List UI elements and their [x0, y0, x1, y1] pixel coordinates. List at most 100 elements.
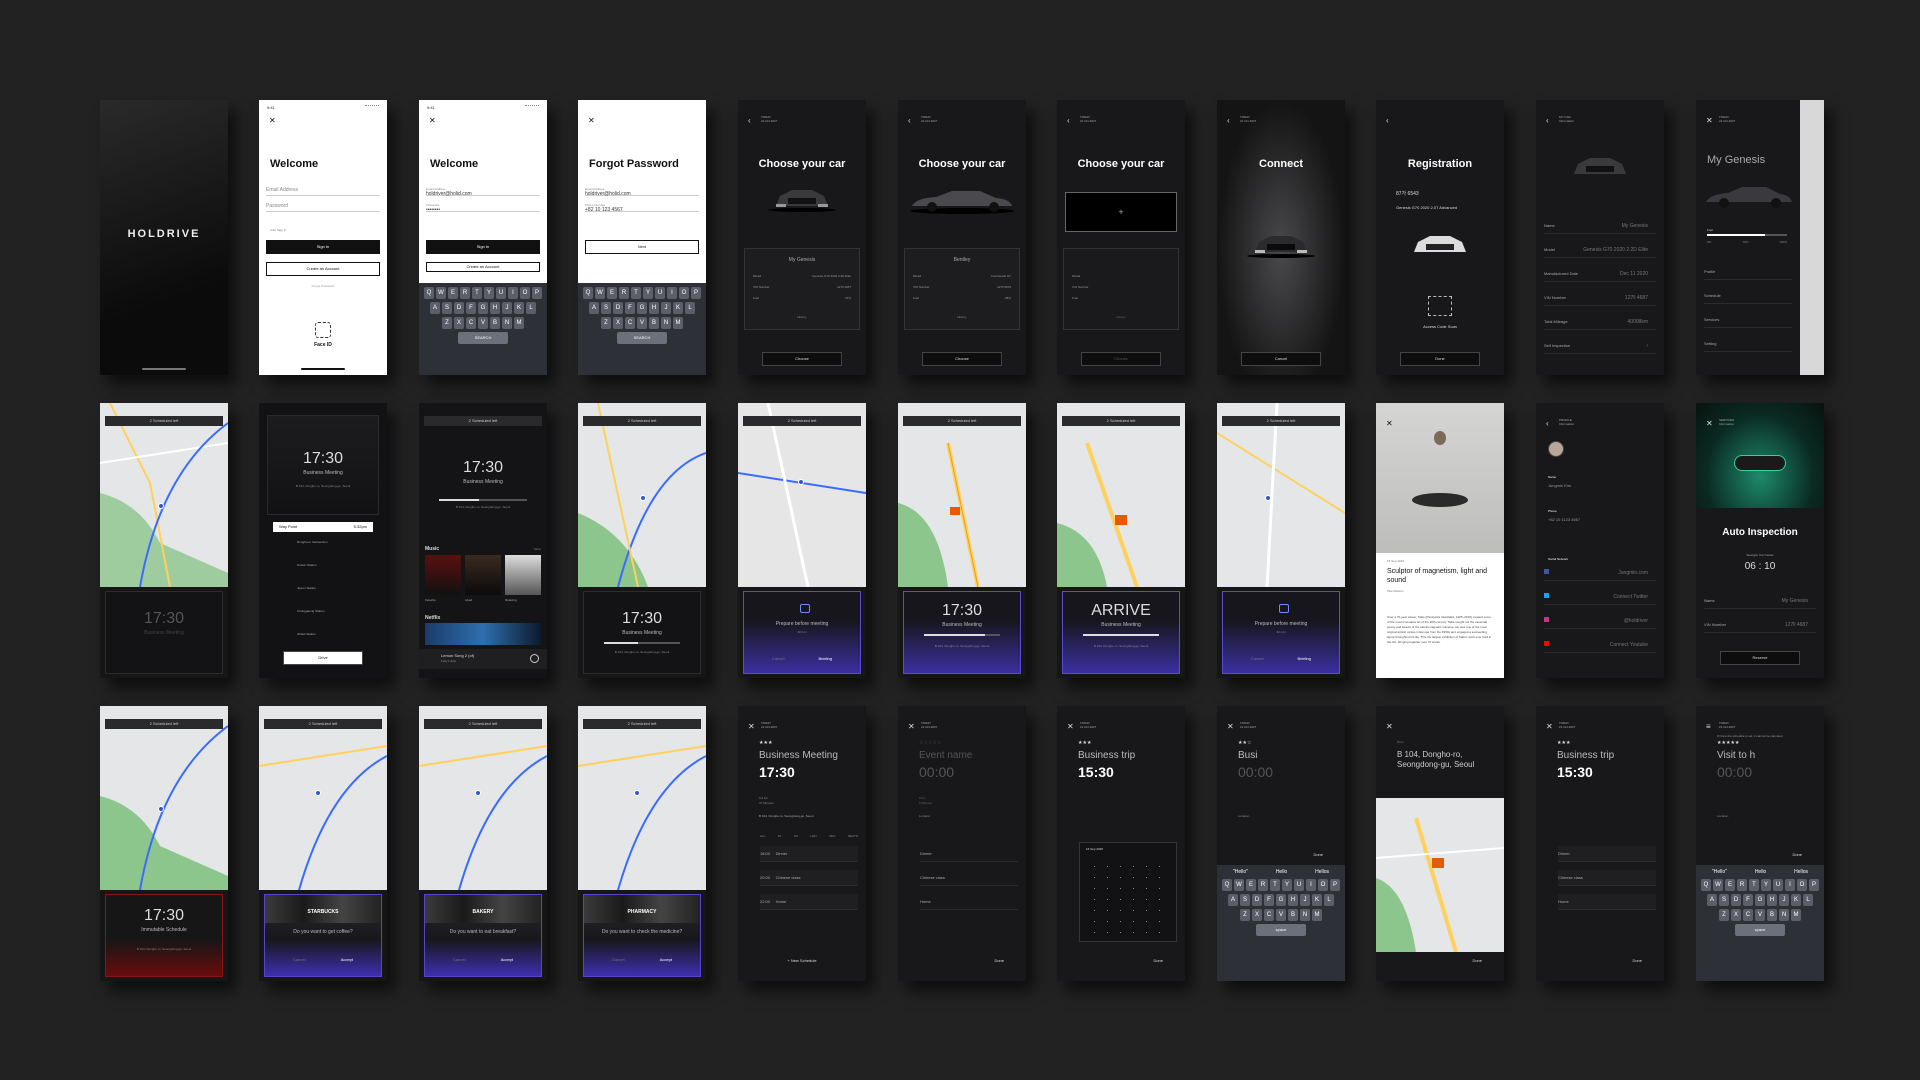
top-bar[interactable]: 2 Scheduled left [1222, 416, 1340, 426]
key[interactable]: N [661, 317, 671, 329]
key[interactable]: K [673, 302, 683, 314]
key[interactable]: U [496, 287, 506, 299]
key[interactable]: K [1791, 894, 1801, 906]
key[interactable]: C [466, 317, 476, 329]
cancel-button[interactable]: Cancel [612, 957, 624, 962]
netflix-row[interactable] [425, 623, 541, 645]
car-info-card[interactable]: Bentley Model Continental GT VIN Number 12… [904, 248, 1020, 330]
key[interactable]: R [460, 287, 470, 299]
event-time[interactable]: 15:30 [1078, 764, 1114, 780]
event-name[interactable]: Business Meeting [759, 750, 838, 761]
key[interactable]: Z [1240, 909, 1250, 921]
suggestion-bar[interactable]: "Hello" Hello Hellos [1698, 869, 1822, 875]
key[interactable]: H [1767, 894, 1777, 906]
key[interactable]: U [1294, 879, 1304, 891]
key[interactable]: B [649, 317, 659, 329]
calendar-picker[interactable]: 16 Sep 2026 [1079, 842, 1177, 942]
key[interactable]: A [1707, 894, 1717, 906]
keyboard[interactable]: QWERTYUIOP ASDFGHJKL ZXCVBNM SEARCH [578, 283, 706, 375]
key[interactable]: J [1779, 894, 1789, 906]
top-bar[interactable]: 2 Scheduled left [1062, 416, 1180, 426]
map-view[interactable] [1376, 798, 1504, 952]
back-icon[interactable]: ‹ [1386, 116, 1389, 125]
space-key[interactable]: space [1256, 924, 1306, 936]
done-button[interactable]: Done [994, 958, 1004, 963]
stop-5[interactable]: Okheli Station [297, 632, 316, 636]
calendar-days[interactable] [1088, 861, 1168, 933]
key[interactable]: B [490, 317, 500, 329]
key[interactable]: L [685, 302, 695, 314]
stop-2[interactable]: Dowon Station [297, 563, 317, 567]
key[interactable]: T [1749, 879, 1759, 891]
playlist-relaxing[interactable] [505, 555, 541, 595]
key[interactable]: A [1228, 894, 1238, 906]
map-view[interactable] [578, 403, 706, 587]
signin-button[interactable]: Sign In [266, 240, 380, 254]
location-pin-icon[interactable] [1265, 495, 1271, 501]
space-key[interactable]: space [1735, 924, 1785, 936]
event-name-input[interactable]: Event name [919, 750, 972, 761]
keyboard[interactable]: "Hello" Hello Hellos QWERTYUIOP ASDFGHJKL … [1217, 865, 1345, 981]
priority-stars[interactable]: ★★★ [759, 740, 772, 746]
briefing-button[interactable]: Briefing [1297, 656, 1311, 661]
done-button[interactable]: Done [1313, 852, 1323, 857]
history-link[interactable]: History [1064, 315, 1178, 319]
key[interactable]: D [613, 302, 623, 314]
key[interactable]: J [502, 302, 512, 314]
accept-button[interactable]: Accept [660, 957, 672, 962]
social-instagram[interactable]: @holdriver [1544, 613, 1656, 629]
map-view[interactable] [898, 403, 1026, 587]
map-view[interactable] [1217, 403, 1345, 587]
key[interactable]: W [436, 287, 446, 299]
back-icon[interactable]: ‹ [908, 116, 911, 125]
suggestion-dialog[interactable]: PHARMACY Do you want to check the medici… [583, 894, 701, 977]
key[interactable]: R [1737, 879, 1747, 891]
key[interactable]: M [514, 317, 524, 329]
map-view[interactable] [100, 706, 228, 890]
close-icon[interactable]: ✕ [1386, 419, 1393, 428]
location-pin-icon[interactable] [158, 503, 164, 509]
music-more-link[interactable]: More [534, 547, 541, 551]
event-time-input[interactable]: 00:00 [1238, 764, 1273, 780]
map-view[interactable] [419, 706, 547, 890]
event-time-input[interactable]: 00:00 [1717, 764, 1752, 780]
key[interactable]: Z [442, 317, 452, 329]
playlist-favorite[interactable] [425, 555, 461, 595]
suggestion-bar[interactable]: "Hello" Hello Hellos [1219, 869, 1343, 875]
schedule-panel[interactable]: 17:30 Business Meeting [105, 591, 223, 674]
top-bar[interactable]: 2 Scheduled left [264, 719, 382, 729]
password-field[interactable]: Password •••••••• [426, 200, 540, 213]
search-key[interactable]: SEARCH [458, 332, 508, 344]
new-schedule-button[interactable]: + New Schedule [738, 958, 866, 963]
back-icon[interactable]: ‹ [748, 116, 751, 125]
car-info-card[interactable]: My Genesis Model Genesis G70 2020 2.2D El… [744, 248, 860, 330]
event-name[interactable]: Business trip [1557, 750, 1614, 761]
key[interactable]: F [625, 302, 635, 314]
email-field[interactable]: Email Address [266, 184, 380, 196]
arrive-panel[interactable]: ARRIVE Business Meeting B 104, Dongho-ro… [1062, 591, 1180, 674]
event-time[interactable]: 17:30 [759, 764, 795, 780]
key[interactable]: R [1258, 879, 1268, 891]
avatar[interactable] [1548, 441, 1564, 457]
schedule-row[interactable]: Home [1558, 894, 1656, 910]
key[interactable]: C [1743, 909, 1753, 921]
email-field[interactable]: Email Address holdriver@holid.com [585, 184, 699, 197]
key[interactable]: Q [583, 287, 593, 299]
map-view[interactable] [738, 403, 866, 587]
choose-button[interactable]: Choose [922, 352, 1002, 366]
top-bar[interactable]: 2 Scheduled left [583, 719, 701, 729]
key[interactable]: W [595, 287, 605, 299]
cancel-button[interactable]: Cancel [293, 957, 305, 962]
key[interactable]: P [532, 287, 542, 299]
top-bar[interactable]: 2 Scheduled left [105, 719, 223, 729]
key[interactable]: M [673, 317, 683, 329]
event-name-input[interactable]: Busi [1238, 750, 1257, 761]
schedule-panel[interactable]: 17:30 Business Meeting B 104, Dongho-ro,… [583, 591, 701, 674]
done-button[interactable]: Done [1153, 958, 1163, 963]
key[interactable]: T [472, 287, 482, 299]
key[interactable]: P [1330, 879, 1340, 891]
prepare-panel[interactable]: Prepare before meeting 30 min Cancel Bri… [743, 591, 861, 674]
location[interactable]: B 104, Dongho-ro, Seongdong-gu, Seoul [759, 814, 813, 818]
key[interactable]: O [520, 287, 530, 299]
top-bar[interactable]: 2 Scheduled left [105, 416, 223, 426]
